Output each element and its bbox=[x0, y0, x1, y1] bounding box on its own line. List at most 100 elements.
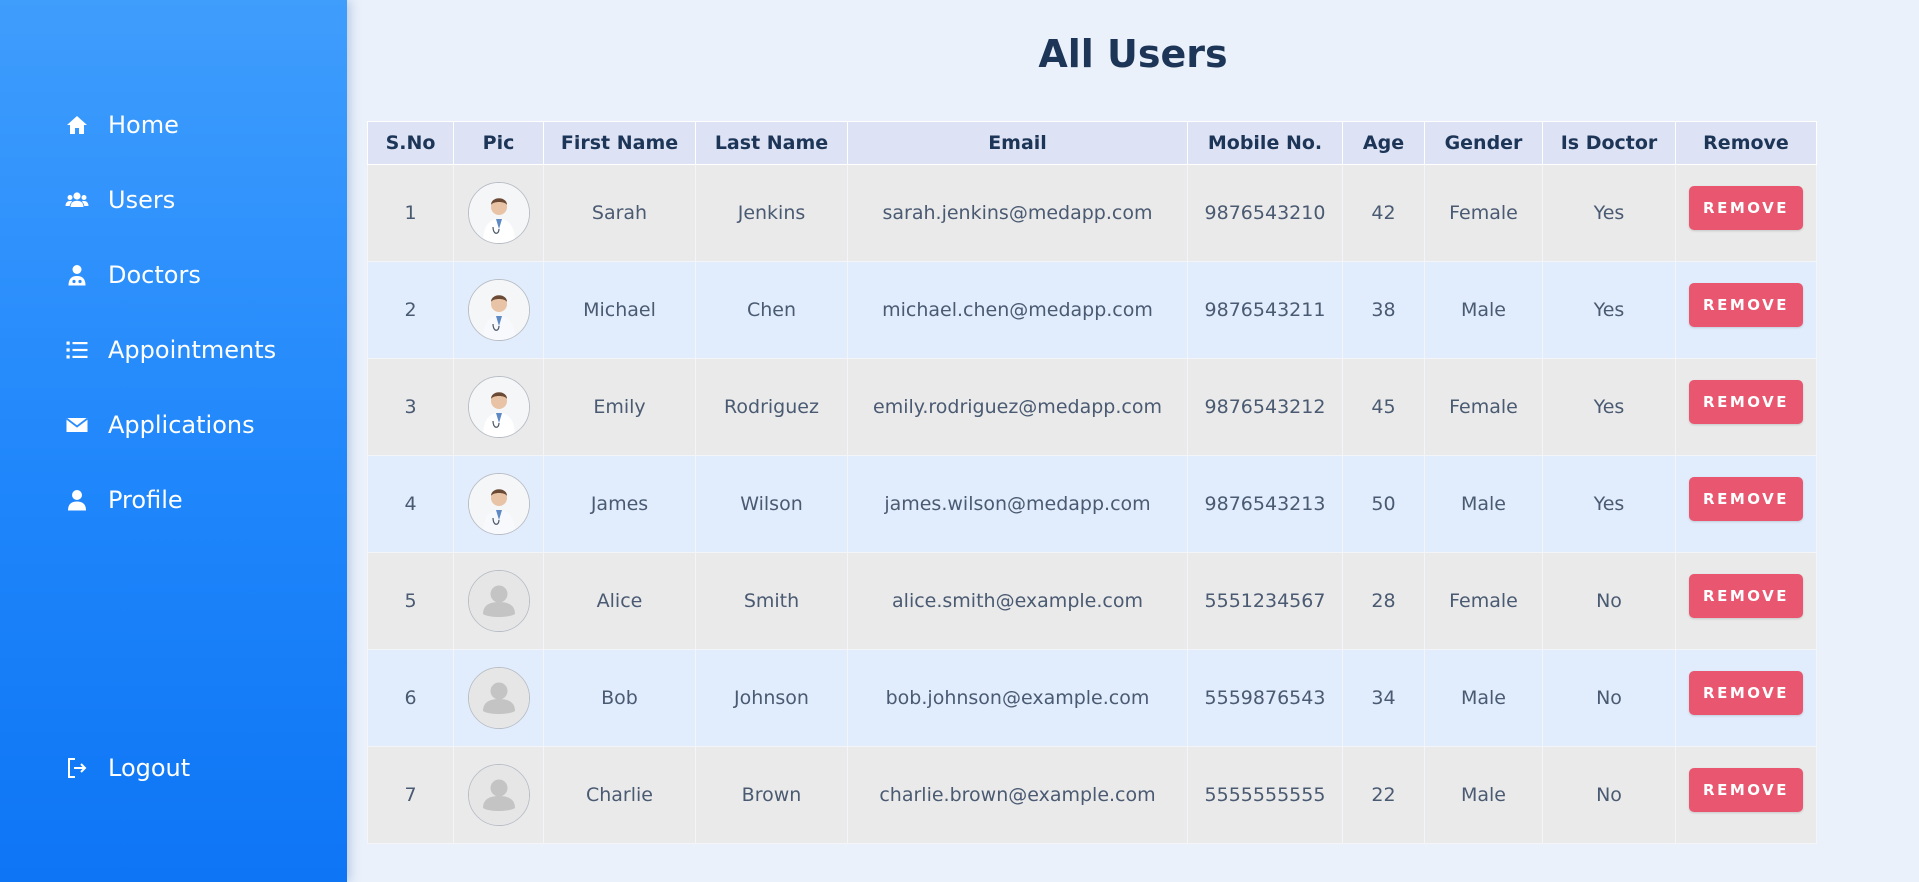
remove-button[interactable]: REMOVE bbox=[1689, 477, 1803, 521]
header-last-name: Last Name bbox=[695, 121, 848, 165]
users-icon bbox=[64, 187, 90, 213]
table-row: 7 Charlie Brown charlie.brown@example.com 55… bbox=[367, 746, 1817, 844]
cell-remove: REMOVE bbox=[1675, 358, 1817, 456]
sidebar-item-profile[interactable]: Profile bbox=[64, 480, 183, 520]
header-is-doctor: Is Doctor bbox=[1542, 121, 1676, 165]
sidebar: Home Users Doctors Appointments Applicat… bbox=[0, 0, 347, 882]
cell-mobile: 5551234567 bbox=[1187, 552, 1343, 650]
cell-sno: 3 bbox=[367, 358, 454, 456]
cell-mobile: 9876543210 bbox=[1187, 164, 1343, 262]
sidebar-item-label: Doctors bbox=[108, 261, 201, 289]
cell-is-doctor: No bbox=[1542, 649, 1676, 747]
cell-pic bbox=[453, 649, 544, 747]
cell-mobile: 9876543213 bbox=[1187, 455, 1343, 553]
sidebar-item-label: Users bbox=[108, 186, 176, 214]
sidebar-item-users[interactable]: Users bbox=[64, 180, 175, 220]
cell-sno: 7 bbox=[367, 746, 454, 844]
user-photo bbox=[467, 182, 530, 244]
cell-remove: REMOVE bbox=[1675, 746, 1817, 844]
header-email: Email bbox=[847, 121, 1188, 165]
cell-first-name: Sarah bbox=[543, 164, 696, 262]
cell-is-doctor: No bbox=[1542, 552, 1676, 650]
cell-sno: 5 bbox=[367, 552, 454, 650]
table-row: 1 Sarah Jenkins sarah.jenkins@medapp.com 987… bbox=[367, 164, 1817, 262]
cell-email: alice.smith@example.com bbox=[847, 552, 1188, 650]
home-icon bbox=[64, 112, 90, 138]
cell-pic bbox=[453, 552, 544, 650]
main-content: All Users S.No Pic First Name Last Name … bbox=[347, 0, 1919, 882]
cell-age: 50 bbox=[1342, 455, 1425, 553]
cell-pic bbox=[453, 455, 544, 553]
remove-button[interactable]: REMOVE bbox=[1689, 574, 1803, 618]
cell-sno: 2 bbox=[367, 261, 454, 359]
cell-last-name: Smith bbox=[695, 552, 848, 650]
header-remove: Remove bbox=[1675, 121, 1817, 165]
remove-button[interactable]: REMOVE bbox=[1689, 186, 1803, 230]
cell-email: emily.rodriguez@medapp.com bbox=[847, 358, 1188, 456]
table-row: 3 Emily Rodriguez emily.rodriguez@medapp.co… bbox=[367, 358, 1817, 456]
default-avatar-icon bbox=[467, 570, 530, 632]
table-header-row: S.No Pic First Name Last Name Email Mobi… bbox=[367, 121, 1817, 165]
cell-pic bbox=[453, 261, 544, 359]
cell-email: charlie.brown@example.com bbox=[847, 746, 1188, 844]
user-photo bbox=[467, 279, 530, 341]
remove-button[interactable]: REMOVE bbox=[1689, 283, 1803, 327]
cell-is-doctor: Yes bbox=[1542, 261, 1676, 359]
sidebar-item-appointments[interactable]: Appointments bbox=[64, 330, 276, 370]
header-age: Age bbox=[1342, 121, 1425, 165]
header-pic: Pic bbox=[453, 121, 544, 165]
header-first-name: First Name bbox=[543, 121, 696, 165]
remove-button[interactable]: REMOVE bbox=[1689, 768, 1803, 812]
cell-age: 22 bbox=[1342, 746, 1425, 844]
user-photo bbox=[467, 376, 530, 438]
cell-email: michael.chen@medapp.com bbox=[847, 261, 1188, 359]
cell-mobile: 5559876543 bbox=[1187, 649, 1343, 747]
sidebar-item-label: Profile bbox=[108, 486, 183, 514]
cell-first-name: Bob bbox=[543, 649, 696, 747]
remove-button[interactable]: REMOVE bbox=[1689, 671, 1803, 715]
cell-email: bob.johnson@example.com bbox=[847, 649, 1188, 747]
users-table: S.No Pic First Name Last Name Email Mobi… bbox=[367, 121, 1817, 844]
cell-mobile: 9876543212 bbox=[1187, 358, 1343, 456]
remove-button[interactable]: REMOVE bbox=[1689, 380, 1803, 424]
sidebar-item-applications[interactable]: Applications bbox=[64, 405, 255, 445]
user-icon bbox=[64, 487, 90, 513]
cell-is-doctor: No bbox=[1542, 746, 1676, 844]
cell-is-doctor: Yes bbox=[1542, 358, 1676, 456]
table-row: 6 Bob Johnson bob.johnson@example.com 555987… bbox=[367, 649, 1817, 747]
logout-icon bbox=[64, 755, 90, 781]
cell-last-name: Jenkins bbox=[695, 164, 848, 262]
cell-mobile: 5555555555 bbox=[1187, 746, 1343, 844]
default-avatar-icon bbox=[467, 764, 530, 826]
default-avatar-icon bbox=[467, 667, 530, 729]
header-gender: Gender bbox=[1424, 121, 1543, 165]
doctor-icon bbox=[64, 262, 90, 288]
logout-button[interactable]: Logout bbox=[64, 748, 190, 788]
cell-pic bbox=[453, 746, 544, 844]
envelope-icon bbox=[64, 412, 90, 438]
cell-gender: Male bbox=[1424, 455, 1543, 553]
sidebar-item-home[interactable]: Home bbox=[64, 105, 179, 145]
cell-remove: REMOVE bbox=[1675, 649, 1817, 747]
sidebar-item-doctors[interactable]: Doctors bbox=[64, 255, 201, 295]
cell-age: 45 bbox=[1342, 358, 1425, 456]
cell-age: 34 bbox=[1342, 649, 1425, 747]
cell-pic bbox=[453, 164, 544, 262]
cell-last-name: Wilson bbox=[695, 455, 848, 553]
cell-is-doctor: Yes bbox=[1542, 164, 1676, 262]
cell-gender: Female bbox=[1424, 552, 1543, 650]
list-icon bbox=[64, 337, 90, 363]
header-mobile: Mobile No. bbox=[1187, 121, 1343, 165]
table-row: 2 Michael Chen michael.chen@medapp.com 98765… bbox=[367, 261, 1817, 359]
sidebar-item-label: Appointments bbox=[108, 336, 277, 364]
cell-sno: 1 bbox=[367, 164, 454, 262]
cell-age: 42 bbox=[1342, 164, 1425, 262]
cell-age: 38 bbox=[1342, 261, 1425, 359]
table-row: 5 Alice Smith alice.smith@example.com 555123… bbox=[367, 552, 1817, 650]
cell-last-name: Chen bbox=[695, 261, 848, 359]
cell-remove: REMOVE bbox=[1675, 164, 1817, 262]
cell-email: sarah.jenkins@medapp.com bbox=[847, 164, 1188, 262]
cell-first-name: Alice bbox=[543, 552, 696, 650]
cell-gender: Male bbox=[1424, 746, 1543, 844]
cell-first-name: Michael bbox=[543, 261, 696, 359]
